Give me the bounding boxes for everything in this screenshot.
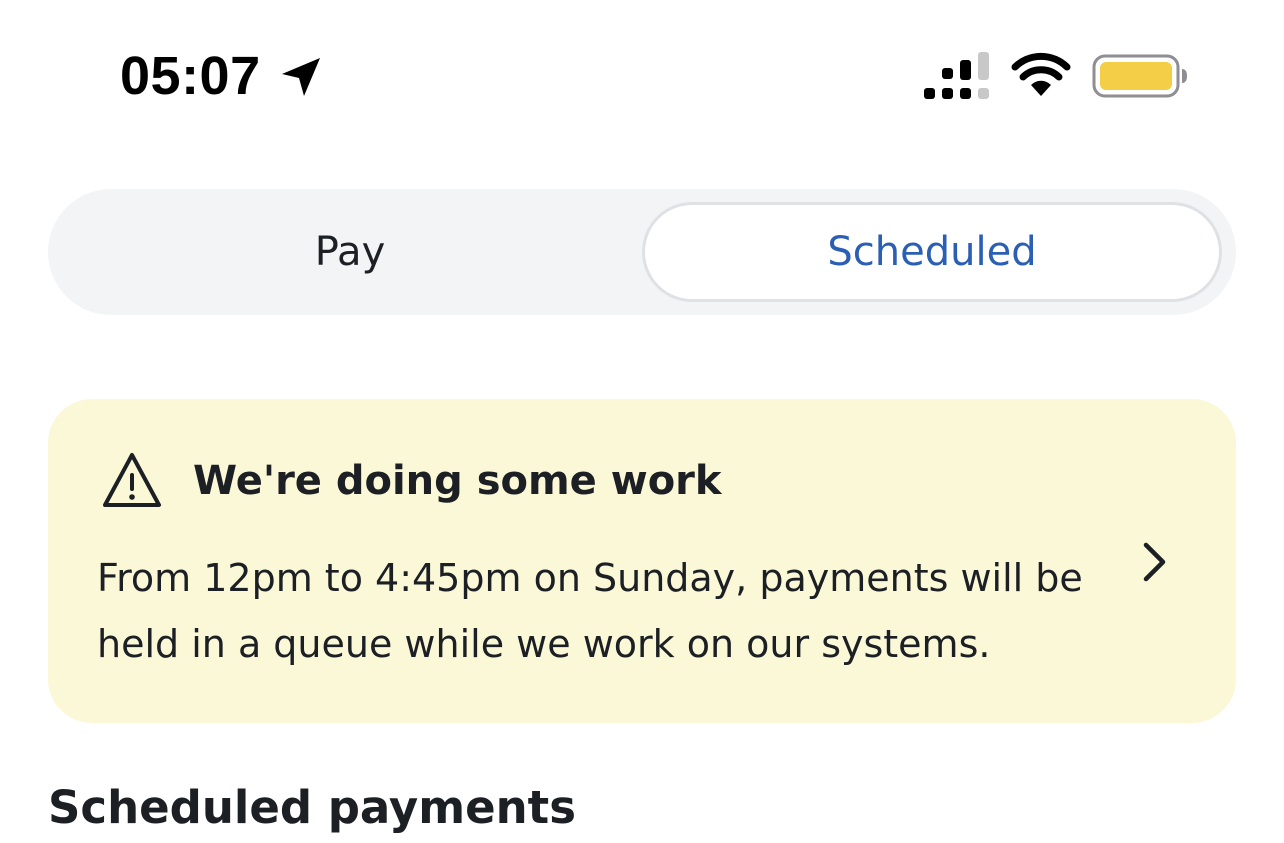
pay-scheduled-segmented-control: Pay Scheduled xyxy=(48,189,1236,315)
status-bar: 05:07 xyxy=(0,0,1284,150)
wifi-icon xyxy=(1011,52,1071,96)
tab-pay[interactable]: Pay xyxy=(60,202,640,302)
status-time: 05:07 xyxy=(120,46,261,106)
notice-body: From 12pm to 4:45pm on Sunday, payments … xyxy=(97,556,1083,666)
cellular-signal-icon xyxy=(924,52,989,99)
battery-icon xyxy=(1092,54,1187,98)
location-arrow-icon xyxy=(282,58,320,96)
tab-pay-label: Pay xyxy=(314,229,386,275)
tab-scheduled-label: Scheduled xyxy=(827,229,1037,275)
warning-triangle-icon xyxy=(103,453,161,507)
scheduled-payments-heading: Scheduled payments xyxy=(48,781,576,834)
scheduled-payments-screen: 05:07 Pay Scheduled We're doing some wor… xyxy=(0,0,1284,843)
chevron-right-icon xyxy=(1143,542,1166,582)
maintenance-notice-card[interactable]: We're doing some work From 12pm to 4:45p… xyxy=(48,399,1236,723)
tab-scheduled[interactable]: Scheduled xyxy=(642,202,1222,302)
notice-title: We're doing some work xyxy=(193,458,722,504)
